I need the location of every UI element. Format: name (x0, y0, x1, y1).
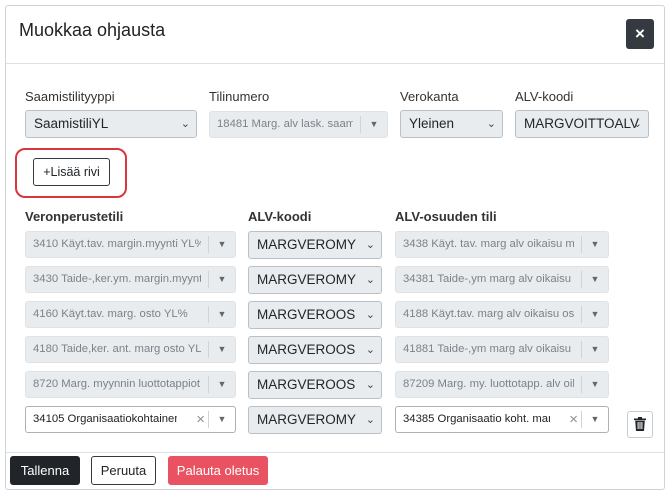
row-4-vat-code-value: MARGVEROOS (257, 342, 356, 357)
saamistilityyppi-label: Saamistilityyppi (25, 89, 115, 104)
alv-koodi-value: MARGVOITTOALV (524, 116, 640, 131)
row-2-vat-code-value: MARGVEROMY (257, 272, 357, 287)
chevron-down-icon[interactable]: ▼ (209, 337, 235, 362)
close-icon: × (635, 24, 645, 43)
row-2-vat-share-account-value: 34381 Taide-,ym marg alv oikaisu ... (403, 273, 574, 285)
row-6-vat-share-account-combobox[interactable]: 34385 Organisaatio koht. marg ... × ▼ (395, 406, 609, 433)
add-row-button[interactable]: +Lisää rivi (33, 158, 110, 186)
chevron-down-icon[interactable]: ▼ (582, 407, 608, 432)
chevron-down-icon: ⌄ (365, 344, 375, 356)
tilinumero-combobox[interactable]: 18481 Marg. alv lask. saam... ▼ (209, 111, 388, 138)
chevron-down-icon[interactable]: ▼ (582, 232, 608, 257)
row-1-vat-code-value: MARGVEROMY (257, 237, 357, 252)
row-3-base-account-combobox[interactable]: 4160 Käyt.tav. marg. osto YL% ▼ (25, 301, 236, 328)
row-1-vat-share-account-combobox[interactable]: 3438 Käyt. tav. marg alv oikaisu my... ▼ (395, 231, 609, 258)
cancel-button[interactable]: Peruuta (91, 456, 156, 485)
chevron-down-icon: ⌄ (365, 309, 375, 321)
chevron-down-icon[interactable]: ▼ (209, 407, 235, 432)
verokanta-select[interactable]: Yleinen ⌄ (400, 110, 503, 138)
row-5-vat-share-account-combobox[interactable]: 87209 Marg. my. luottotapp. alv oik... ▼ (395, 371, 609, 398)
row-5-vat-share-account-value: 87209 Marg. my. luottotapp. alv oik... (403, 378, 574, 390)
chevron-down-icon[interactable]: ▼ (361, 112, 387, 137)
tilinumero-label: Tilinumero (209, 89, 270, 104)
row-5-base-account-combobox[interactable]: 8720 Marg. myynnin luottotappiot... ▼ (25, 371, 236, 398)
row-6-base-account-value: 34105 Organisaatiokohtainen ... (33, 413, 177, 425)
chevron-down-icon: ⌄ (365, 274, 375, 286)
alv-koodi-header: ALV-koodi (248, 209, 312, 224)
row-6-vat-code-value: MARGVEROMY (257, 412, 357, 427)
row-2-vat-share-account-combobox[interactable]: 34381 Taide-,ym marg alv oikaisu ... ▼ (395, 266, 609, 293)
chevron-down-icon[interactable]: ▼ (209, 302, 235, 327)
row-2-base-account-combobox[interactable]: 3430 Taide-,ker.ym. margin.myynt... ▼ (25, 266, 236, 293)
edit-control-modal: Muokkaa ohjausta × Saamistilityyppi Tili… (5, 5, 665, 490)
alv-koodi-select[interactable]: MARGVOITTOALV ⌄ (515, 110, 649, 138)
chevron-down-icon: ⌄ (486, 118, 496, 130)
chevron-down-icon: ⌄ (365, 239, 375, 251)
row-2-vat-code-select[interactable]: MARGVEROMY ⌄ (248, 266, 382, 294)
row-3-vat-share-account-combobox[interactable]: 4188 Käyt.tav. marg alv oikaisu ost ... … (395, 301, 609, 328)
chevron-down-icon[interactable]: ▼ (209, 267, 235, 292)
row-3-vat-share-account-value: 4188 Käyt.tav. marg alv oikaisu ost ... (403, 308, 574, 320)
alv-osuuden-tili-header: ALV-osuuden tili (395, 209, 497, 224)
row-5-base-account-value: 8720 Marg. myynnin luottotappiot... (33, 378, 201, 390)
clear-icon[interactable]: × (569, 407, 578, 432)
row-6-vat-code-select[interactable]: MARGVEROMY ⌄ (248, 406, 382, 434)
chevron-down-icon: ⌄ (365, 379, 375, 391)
chevron-down-icon[interactable]: ▼ (582, 337, 608, 362)
veronperustetili-header: Veronperustetili (25, 209, 124, 224)
chevron-down-icon[interactable]: ▼ (209, 372, 235, 397)
saamistilityyppi-select[interactable]: SaamistiliYL ⌄ (25, 110, 197, 138)
row-3-vat-code-value: MARGVEROOS (257, 307, 356, 322)
row-3-base-account-value: 4160 Käyt.tav. marg. osto YL% (33, 308, 188, 320)
delete-row-button[interactable] (627, 411, 653, 438)
row-1-vat-code-select[interactable]: MARGVEROMY ⌄ (248, 231, 382, 259)
chevron-down-icon[interactable]: ▼ (582, 372, 608, 397)
verokanta-label: Verokanta (400, 89, 459, 104)
chevron-down-icon[interactable]: ▼ (582, 267, 608, 292)
close-button[interactable]: × (626, 19, 654, 49)
chevron-down-icon: ⌄ (180, 118, 190, 130)
row-1-base-account-value: 3410 Käyt.tav. margin.myynti YL% (33, 238, 201, 250)
row-4-vat-share-account-combobox[interactable]: 41881 Taide-,ym marg alv oikaisu o... ▼ (395, 336, 609, 363)
modal-header: Muokkaa ohjausta × (6, 6, 664, 64)
trash-icon (634, 417, 646, 431)
row-2-base-account-value: 3430 Taide-,ker.ym. margin.myynt... (33, 273, 201, 285)
save-button[interactable]: Tallenna (10, 456, 80, 485)
reset-defaults-button[interactable]: Palauta oletus (168, 456, 268, 485)
chevron-down-icon: ⌄ (632, 118, 642, 130)
chevron-down-icon: ⌄ (365, 414, 375, 426)
row-4-vat-share-account-value: 41881 Taide-,ym marg alv oikaisu o... (403, 343, 574, 355)
row-1-base-account-combobox[interactable]: 3410 Käyt.tav. margin.myynti YL% ▼ (25, 231, 236, 258)
row-1-vat-share-account-value: 3438 Käyt. tav. marg alv oikaisu my... (403, 238, 574, 250)
row-3-vat-code-select[interactable]: MARGVEROOS ⌄ (248, 301, 382, 329)
row-6-vat-share-account-value: 34385 Organisaatio koht. marg ... (403, 413, 550, 425)
footer-divider (6, 452, 664, 453)
row-5-vat-code-select[interactable]: MARGVEROOS ⌄ (248, 371, 382, 399)
verokanta-value: Yleinen (409, 116, 455, 131)
modal-title: Muokkaa ohjausta (19, 20, 166, 40)
row-5-vat-code-value: MARGVEROOS (257, 377, 356, 392)
alv-koodi-label: ALV-koodi (515, 89, 574, 104)
chevron-down-icon[interactable]: ▼ (582, 302, 608, 327)
clear-icon[interactable]: × (196, 407, 205, 432)
tilinumero-value: 18481 Marg. alv lask. saam... (217, 118, 353, 130)
row-6-base-account-combobox[interactable]: 34105 Organisaatiokohtainen ... × ▼ (25, 406, 236, 433)
row-4-vat-code-select[interactable]: MARGVEROOS ⌄ (248, 336, 382, 364)
row-4-base-account-combobox[interactable]: 4180 Taide,ker. ant. marg osto YL% ▼ (25, 336, 236, 363)
row-4-base-account-value: 4180 Taide,ker. ant. marg osto YL% (33, 343, 201, 355)
saamistilityyppi-value: SaamistiliYL (34, 116, 109, 131)
chevron-down-icon[interactable]: ▼ (209, 232, 235, 257)
